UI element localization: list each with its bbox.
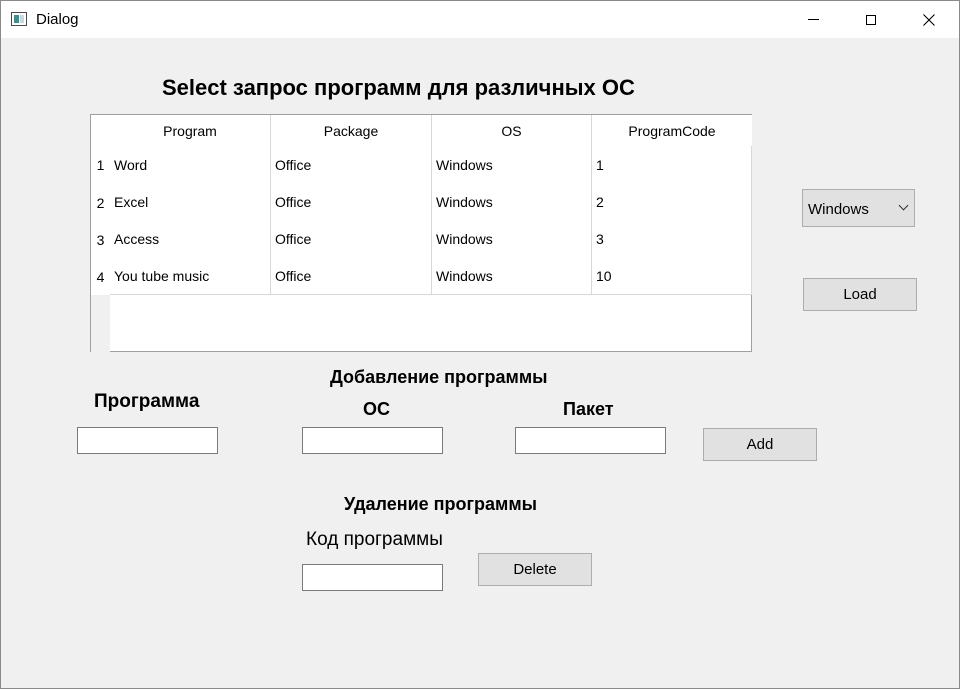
table-cell[interactable]: Windows [432,220,592,258]
table-corner-button[interactable] [91,115,110,146]
row-header-1[interactable]: 1 [91,146,110,184]
program-input[interactable] [77,427,218,454]
close-icon [923,13,935,26]
row-header-2[interactable]: 2 [91,184,110,221]
table-cell[interactable]: 2 [592,183,752,221]
maximize-button[interactable] [842,1,900,38]
table-cell[interactable]: Office [271,146,432,184]
table-cell[interactable]: Word [110,146,271,184]
os-input[interactable] [302,427,443,454]
program-code-label: Код программы [306,529,443,550]
table-cell[interactable]: Access [110,220,271,258]
page-title: Select запрос программ для различных ОС [162,75,635,100]
add-button[interactable]: Add [703,428,817,461]
table-cell[interactable]: Windows [432,146,592,184]
dialog-window: Dialog Select запрос программ для различ… [0,0,960,689]
delete-button[interactable]: Delete [478,553,592,586]
delete-section-title: Удаление программы [344,494,538,514]
add-section-title: Добавление программы [330,367,548,387]
column-header-program[interactable]: Program [110,115,271,146]
column-header-programcode[interactable]: ProgramCode [592,115,752,146]
maximize-icon [866,14,876,25]
row-header-4[interactable]: 4 [91,258,110,295]
column-header-os[interactable]: OS [432,115,592,146]
table-cell[interactable]: Office [271,220,432,258]
row-header-3[interactable]: 3 [91,221,110,258]
window-title: Dialog [36,11,79,28]
os-select-value: Windows [808,201,869,218]
table-cell[interactable]: 1 [592,146,752,184]
close-button[interactable] [900,1,958,38]
minimize-icon [807,19,819,20]
load-button[interactable]: Load [803,278,917,311]
package-input[interactable] [515,427,666,454]
chevron-down-icon [898,200,909,211]
table-cell[interactable]: Office [271,183,432,221]
os-select[interactable]: Windows [802,189,915,227]
table-cell[interactable]: Office [271,257,432,295]
title-bar[interactable]: Dialog [1,1,959,38]
program-label: Программа [94,391,200,412]
table-cell[interactable]: 10 [592,257,752,295]
programs-table[interactable]: Program Package OS ProgramCode 1 Word Of… [90,114,752,352]
table-cell[interactable]: Windows [432,183,592,221]
program-code-input[interactable] [302,564,443,591]
column-header-package[interactable]: Package [271,115,432,146]
package-label: Пакет [563,399,614,419]
minimize-button[interactable] [784,1,842,38]
app-icon [11,12,27,26]
table-cell[interactable]: You tube music [110,257,271,295]
table-cell[interactable]: 3 [592,220,752,258]
os-label: ОС [363,399,390,419]
table-cell[interactable]: Excel [110,183,271,221]
table-cell[interactable]: Windows [432,257,592,295]
